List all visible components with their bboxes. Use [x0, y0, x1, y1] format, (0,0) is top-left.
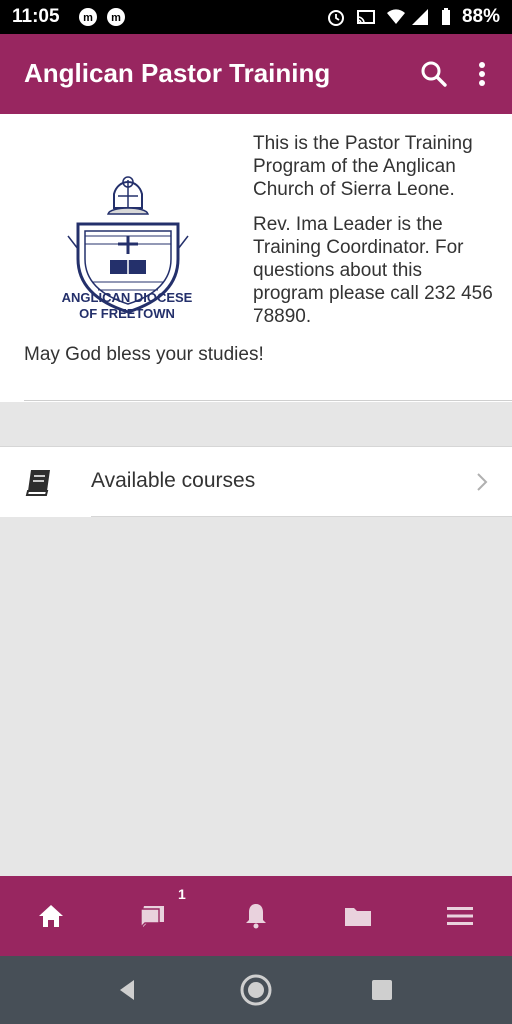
back-icon[interactable]: [114, 976, 140, 1004]
battery-percent: 88%: [461, 6, 500, 27]
messages-badge: 1: [178, 886, 186, 902]
alarm-icon: [328, 10, 344, 26]
nav-menu-button[interactable]: [440, 896, 480, 936]
app-notification-icon-2: m: [107, 8, 125, 26]
page-title: Anglican Pastor Training: [24, 58, 331, 88]
search-icon: [421, 61, 447, 87]
row-divider: [91, 516, 512, 517]
divider: [24, 400, 512, 401]
available-courses-label: Available courses: [91, 469, 256, 492]
logo-caption: ANGLICAN DIOCESE OF FREETOWN: [48, 290, 206, 322]
logo-caption-line2: OF FREETOWN: [79, 306, 175, 321]
status-time: 11:05: [12, 6, 60, 27]
kebab-menu-icon: [479, 62, 485, 86]
bottom-navigation: 1: [0, 876, 512, 956]
wifi-icon: [387, 9, 405, 24]
available-courses-item[interactable]: Available courses: [0, 446, 512, 517]
blessing-text: May God bless your studies!: [24, 344, 264, 365]
nav-home-button[interactable]: [31, 896, 71, 936]
svg-text:m: m: [83, 12, 93, 24]
nav-messages-button[interactable]: [133, 896, 173, 936]
diocese-crest-logo: [67, 176, 189, 314]
svg-text:m: m: [111, 12, 121, 24]
app-notification-icon: m: [79, 8, 97, 26]
nav-files-button[interactable]: [338, 896, 378, 936]
signal-icon: [412, 9, 428, 25]
intro-paragraph-2: Rev. Ima Leader is the Training Coordina…: [253, 214, 493, 327]
search-button[interactable]: [414, 54, 454, 94]
cast-icon: [357, 10, 375, 24]
book-icon: [25, 470, 50, 496]
folder-icon: [345, 908, 371, 926]
home-icon: [39, 905, 63, 927]
messages-icon: [140, 906, 164, 929]
battery-icon: [442, 8, 450, 25]
welcome-card: ANGLICAN DIOCESE OF FREETOWN This is the…: [0, 114, 512, 402]
more-options-button[interactable]: [462, 54, 502, 94]
status-bar: 11:05 m m 88%: [0, 0, 512, 34]
home-circle-icon[interactable]: [238, 972, 274, 1008]
recents-icon[interactable]: [370, 978, 394, 1002]
intro-paragraph-1: This is the Pastor Training Program of t…: [253, 133, 473, 200]
system-navigation-bar: [0, 956, 512, 1024]
nav-notifications-button[interactable]: [236, 896, 276, 936]
chevron-right-icon: [477, 473, 488, 491]
intro-text: This is the Pastor Training Program of t…: [253, 132, 493, 340]
app-bar: Anglican Pastor Training: [0, 34, 512, 114]
bell-icon: [246, 904, 266, 929]
hamburger-menu-icon: [447, 907, 473, 925]
logo-caption-line1: ANGLICAN DIOCESE: [61, 290, 193, 305]
